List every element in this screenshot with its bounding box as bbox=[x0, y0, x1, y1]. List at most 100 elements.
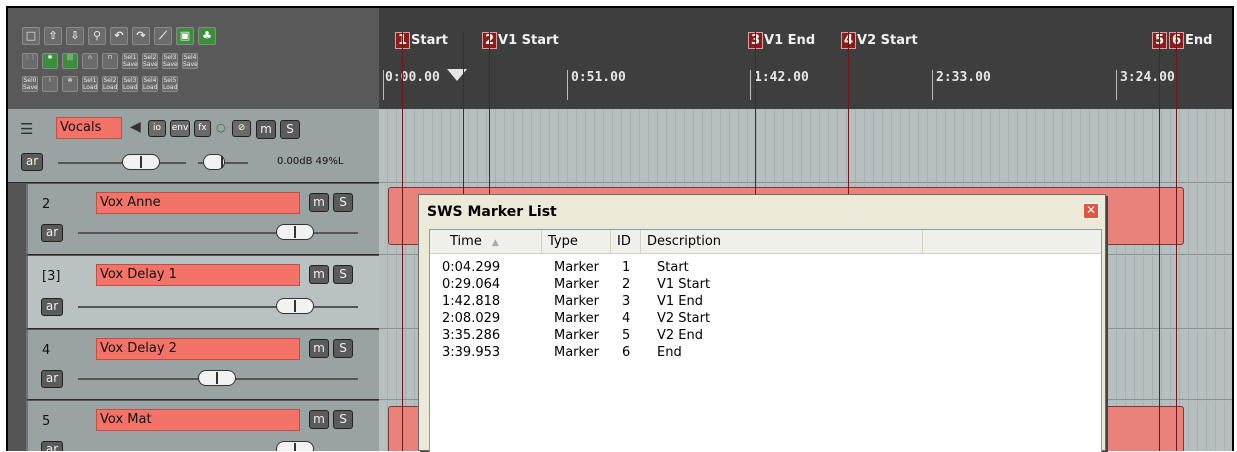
sel4-save-button[interactable]: Sel4 Save bbox=[182, 53, 198, 69]
ripple-icon[interactable]: ♣ bbox=[198, 27, 216, 45]
track-vox-delay-2[interactable]: 4 Vox Delay 2 m S ar bbox=[26, 330, 379, 400]
track-name[interactable]: Vox Delay 2 bbox=[96, 338, 300, 360]
track-vox-mat[interactable]: 5 Vox Mat m S ar bbox=[26, 401, 379, 451]
track-number: 4 bbox=[42, 343, 51, 358]
sws-marker-list-dialog[interactable]: SWS Marker List ✕ Time ▲ Type ID Descript… bbox=[418, 194, 1106, 452]
solo-button[interactable]: S bbox=[333, 265, 353, 284]
toolbar-row-2: ⋮⋮ ✱ ||| ∩ ⊓ Sel1 Save Sel2 Save Sel3 Sa… bbox=[22, 53, 198, 69]
sel3-save-button[interactable]: Sel3 Save bbox=[162, 53, 178, 69]
time-tick bbox=[567, 70, 568, 100]
solo-button[interactable]: S bbox=[333, 339, 353, 358]
cell-time: 1:42.818 bbox=[442, 294, 501, 309]
automation-button[interactable]: ar bbox=[41, 370, 63, 388]
track-name[interactable]: Vox Mat bbox=[96, 409, 300, 431]
volume-fader[interactable] bbox=[276, 298, 314, 314]
speaker-icon[interactable]: ◀ bbox=[130, 119, 141, 135]
folder-icon[interactable]: ☰ bbox=[20, 120, 33, 138]
time-tick bbox=[1116, 70, 1117, 100]
track-name[interactable]: Vocals bbox=[56, 117, 122, 139]
marker-label: V2 Start bbox=[857, 33, 918, 48]
mute-button[interactable]: m bbox=[256, 120, 276, 139]
time-label: 2:33.00 bbox=[936, 70, 991, 85]
sel2-load-button[interactable]: Sel2 Load bbox=[102, 76, 118, 92]
sel0-save-button[interactable]: Sel0 Save bbox=[22, 76, 38, 92]
cell-description: V2 End bbox=[657, 328, 704, 343]
volume-fader[interactable] bbox=[122, 154, 160, 170]
column-label: ID bbox=[617, 234, 631, 249]
track-vocals[interactable]: ☰ Vocals ◀ io env fx ○ ⊘ m S ar 0.00dB 4… bbox=[8, 109, 379, 183]
edit-cursor-icon[interactable] bbox=[447, 69, 467, 81]
cell-id: 1 bbox=[622, 260, 631, 275]
env-button[interactable]: env bbox=[170, 120, 190, 137]
metronome-icon[interactable]: ⟋ bbox=[154, 27, 172, 45]
toolbar-row-3: Sel0 Save ! ✻ Sel1 Load Sel2 Load Sel3 L… bbox=[22, 76, 178, 92]
cell-type: Marker bbox=[554, 277, 599, 292]
cell-id: 6 bbox=[622, 345, 631, 360]
sel2-save-button[interactable]: Sel2 Save bbox=[142, 53, 158, 69]
cell-time: 2:08.029 bbox=[442, 311, 501, 326]
solo-button[interactable]: S bbox=[333, 193, 353, 212]
column-label: Time bbox=[450, 234, 482, 249]
track-name[interactable]: Vox Delay 1 bbox=[96, 264, 300, 286]
mute-button[interactable]: m bbox=[309, 193, 329, 212]
exclamation-icon[interactable]: ! bbox=[42, 76, 58, 92]
redo-icon[interactable]: ↷ bbox=[132, 27, 150, 45]
lock-icon[interactable]: ⊓ bbox=[102, 53, 118, 69]
mute-button[interactable]: m bbox=[309, 410, 329, 429]
volume-fader[interactable] bbox=[198, 370, 236, 386]
volume-fader[interactable] bbox=[276, 224, 314, 240]
mute-button[interactable]: m bbox=[309, 339, 329, 358]
sel4-load-button[interactable]: Sel4 Load bbox=[142, 76, 158, 92]
cell-id: 3 bbox=[622, 294, 631, 309]
save-project-icon[interactable]: ⇩ bbox=[66, 27, 84, 45]
new-project-icon[interactable]: □ bbox=[22, 27, 40, 45]
snowflake-icon[interactable]: ✻ bbox=[62, 76, 78, 92]
sel1-save-button[interactable]: Sel1 Save bbox=[122, 53, 138, 69]
volume-fader[interactable] bbox=[276, 441, 314, 451]
io-button[interactable]: io bbox=[148, 120, 166, 137]
marker-4[interactable]: 4V2 Start bbox=[841, 32, 918, 52]
sel5-load-button[interactable]: Sel5 Load bbox=[162, 76, 178, 92]
column-time[interactable]: Time ▲ bbox=[430, 230, 542, 254]
pan-knob[interactable] bbox=[203, 154, 225, 170]
solo-button[interactable]: S bbox=[280, 120, 300, 139]
track-name[interactable]: Vox Anne bbox=[96, 192, 300, 214]
time-tick bbox=[932, 70, 933, 100]
marker-5[interactable]: 5 bbox=[1152, 32, 1168, 52]
column-id[interactable]: ID bbox=[611, 230, 641, 254]
automation-button[interactable]: ar bbox=[41, 224, 63, 242]
properties-icon[interactable]: ⚲ bbox=[88, 27, 106, 45]
marker-3[interactable]: 3V1 End bbox=[748, 32, 815, 52]
marker-list[interactable]: Time ▲ Type ID Description 0:04.299 Marke… bbox=[429, 229, 1102, 452]
grid-icon[interactable]: ▣ bbox=[176, 27, 194, 45]
sel3-load-button[interactable]: Sel3 Load bbox=[122, 76, 138, 92]
track-vox-anne[interactable]: 2 Vox Anne m S ar bbox=[26, 184, 379, 255]
mixer-icon[interactable]: ||| bbox=[62, 53, 78, 69]
column-description[interactable]: Description bbox=[641, 230, 923, 254]
record-arm-icon[interactable]: ○ bbox=[216, 121, 226, 134]
cell-type: Marker bbox=[554, 311, 599, 326]
loop-icon[interactable]: ∩ bbox=[82, 53, 98, 69]
phase-button[interactable]: ⊘ bbox=[232, 120, 251, 137]
sel1-load-button[interactable]: Sel1 Load bbox=[82, 76, 98, 92]
automation-button[interactable]: ar bbox=[41, 441, 63, 451]
column-type[interactable]: Type bbox=[542, 230, 611, 254]
cell-id: 2 bbox=[622, 277, 631, 292]
cell-description: V1 Start bbox=[657, 277, 711, 292]
grid-snap-icon[interactable]: ⋮⋮ bbox=[22, 53, 38, 69]
marker-line-5 bbox=[1159, 32, 1160, 451]
time-tick bbox=[750, 70, 751, 100]
automation-button[interactable]: ar bbox=[41, 298, 63, 316]
solo-button[interactable]: S bbox=[333, 410, 353, 429]
marker-2[interactable]: 2V1 Start bbox=[482, 32, 559, 52]
fx-button[interactable]: fx bbox=[194, 120, 211, 137]
open-project-icon[interactable]: ⇧ bbox=[44, 27, 62, 45]
timeline-ruler[interactable]: 1Start 2V1 Start 3V1 End 4V2 Start 5 6En… bbox=[379, 8, 1232, 109]
lane-vocals[interactable] bbox=[379, 109, 1232, 183]
mute-button[interactable]: m bbox=[309, 265, 329, 284]
close-icon[interactable]: ✕ bbox=[1083, 203, 1099, 219]
automation-button[interactable]: ar bbox=[21, 153, 43, 171]
track-vox-delay-1[interactable]: [3] Vox Delay 1 m S ar bbox=[26, 256, 379, 329]
env-lock-icon[interactable]: ✱ bbox=[42, 53, 58, 69]
undo-icon[interactable]: ↶ bbox=[110, 27, 128, 45]
